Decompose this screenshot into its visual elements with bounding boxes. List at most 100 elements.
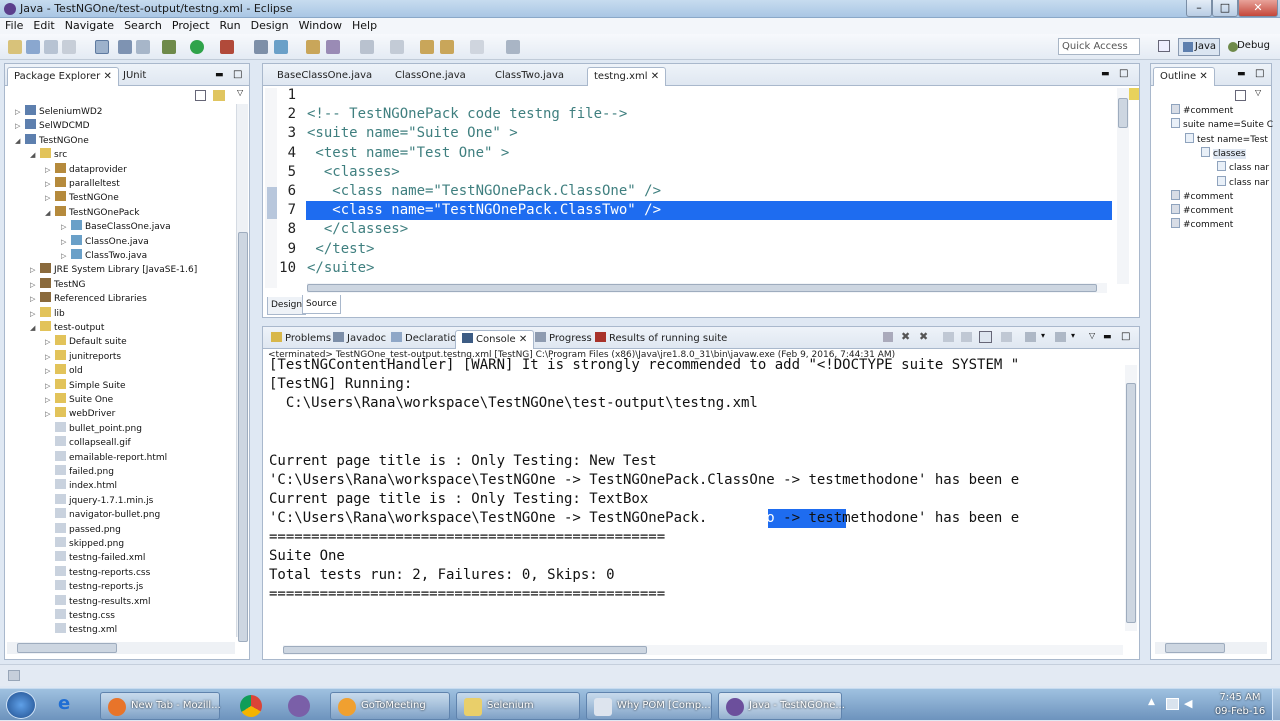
remove-all-icon[interactable]: ✖	[919, 330, 928, 343]
tree-item[interactable]: navigator-bullet.png	[45, 508, 160, 522]
menu-search[interactable]: Search	[119, 18, 167, 34]
outline-item[interactable]: #comment	[1171, 218, 1233, 232]
task-gotomeeting[interactable]: GoToMeeting	[330, 692, 450, 720]
run-external-icon[interactable]	[220, 40, 234, 54]
tree-item[interactable]: ▷ Default suite	[45, 335, 127, 349]
console-line[interactable]: Suite One	[269, 547, 1124, 566]
tree-item[interactable]: testng-reports.css	[45, 565, 150, 580]
tree-arrow-icon[interactable]: ▷	[45, 393, 55, 407]
menu-window[interactable]: Window	[294, 18, 347, 34]
eclipse-taskbar-icon[interactable]	[288, 695, 310, 717]
remove-launch-icon[interactable]: ✖	[901, 330, 910, 343]
save-all-icon[interactable]	[44, 40, 58, 54]
console-view-menu-icon[interactable]: ▽	[1089, 331, 1095, 340]
tree-item[interactable]: ▷ webDriver	[45, 407, 115, 421]
menu-navigate[interactable]: Navigate	[60, 18, 119, 34]
menu-help[interactable]: Help	[347, 18, 382, 34]
tree-arrow-icon[interactable]: ▷	[30, 278, 40, 292]
collapse-all-icon[interactable]	[195, 90, 206, 101]
console-vscroll-thumb[interactable]	[1126, 383, 1136, 623]
outline-menu-icon[interactable]: ▽	[1255, 88, 1261, 97]
task-why-pom[interactable]: Why POM [Comp...	[586, 692, 712, 720]
menu-design[interactable]: Design	[246, 18, 294, 34]
debug-icon[interactable]	[162, 40, 176, 54]
pencil-icon[interactable]	[326, 40, 340, 54]
editor-hscroll-thumb[interactable]	[307, 284, 1097, 292]
annotation-icon[interactable]	[360, 40, 374, 54]
console-minimize-icon[interactable]: ▬	[1103, 332, 1112, 342]
display-console-dropdown-icon[interactable]: ▾	[1041, 331, 1045, 340]
terminate-icon[interactable]	[883, 332, 893, 342]
console-vscrollbar[interactable]	[1125, 365, 1137, 631]
tree-arrow-icon[interactable]: ▷	[30, 263, 40, 277]
explorer-vscroll-thumb[interactable]	[238, 232, 248, 642]
tree-item[interactable]: ▷ SeleniumWD2	[15, 105, 103, 119]
outline-minimize-icon[interactable]: ▬	[1237, 69, 1246, 79]
tree-item[interactable]: testng.xml	[45, 623, 117, 637]
print-icon[interactable]	[62, 40, 76, 54]
console-line[interactable]: Current page title is : Only Testing: Te…	[269, 490, 1124, 509]
explorer-vscrollbar[interactable]	[236, 104, 248, 642]
clear-console-icon[interactable]	[943, 332, 954, 342]
tab-progress[interactable]: Progress	[529, 330, 598, 349]
console-line[interactable]: [TestNGContentHandler] [WARN] It is stro…	[269, 356, 1124, 375]
quick-access-input[interactable]: Quick Access	[1058, 38, 1140, 55]
console-hscrollbar[interactable]	[283, 645, 1123, 655]
next-annotation-icon[interactable]	[390, 40, 404, 54]
console-hscroll-thumb[interactable]	[283, 646, 647, 654]
search-icon[interactable]	[136, 40, 150, 54]
tree-arrow-icon[interactable]: ▷	[30, 307, 40, 321]
code-line[interactable]: </classes>	[307, 220, 408, 239]
tree-arrow-icon[interactable]: ▷	[15, 105, 25, 119]
tab-classtwo[interactable]: ClassTwo.java	[489, 67, 570, 86]
tree-item[interactable]: ▷ Referenced Libraries	[30, 292, 147, 306]
volume-icon[interactable]: ◀	[1184, 697, 1192, 710]
tree-arrow-icon[interactable]: ◢	[30, 321, 40, 335]
outline-item[interactable]: #comment	[1171, 189, 1233, 204]
start-button[interactable]	[6, 691, 36, 719]
tree-item[interactable]: ▷ ClassTwo.java	[61, 249, 147, 263]
console-line[interactable]: ========================================…	[269, 585, 1124, 604]
console-line[interactable]: 'C:\Users\Rana\workspace\TestNGOne -> Te…	[269, 471, 1124, 490]
tree-arrow-icon[interactable]: ▷	[45, 177, 55, 191]
outline-collapse-icon[interactable]	[1235, 90, 1246, 101]
scroll-lock-icon[interactable]	[961, 332, 972, 342]
pin-console-icon[interactable]	[979, 331, 992, 343]
open-console-icon[interactable]	[1055, 332, 1066, 342]
code-line[interactable]: <!-- TestNGOnePack code testng file-->	[307, 105, 627, 124]
code-line[interactable]: <test name="Test One" >	[307, 144, 509, 163]
task-eclipse-java[interactable]: Java - TestNGOne...	[718, 692, 845, 720]
tree-item[interactable]: passed.png	[45, 522, 121, 537]
tree-item[interactable]: ▷ junitreports	[45, 349, 121, 364]
editor-maximize-icon[interactable]: □	[1119, 68, 1128, 79]
tree-item[interactable]: ▷ lib	[30, 306, 65, 321]
tab-console[interactable]: Console ✕	[455, 330, 535, 349]
outline-hscrollbar[interactable]	[1155, 642, 1267, 654]
outline-item[interactable]: classes	[1201, 146, 1246, 161]
outline-hscroll-thumb[interactable]	[1165, 643, 1225, 653]
tab-testng-xml[interactable]: testng.xml ✕	[587, 67, 667, 86]
tree-arrow-icon[interactable]: ◢	[15, 134, 25, 148]
forward-icon[interactable]	[440, 40, 454, 54]
fast-view-icon[interactable]	[8, 670, 20, 681]
tree-item[interactable]: testng.css	[45, 609, 115, 623]
tree-arrow-icon[interactable]: ▷	[61, 249, 71, 263]
tree-arrow-icon[interactable]: ▷	[61, 235, 71, 249]
new-class-icon[interactable]	[274, 40, 288, 54]
task-selenium[interactable]: Selenium	[456, 692, 580, 720]
editor-hscrollbar[interactable]	[307, 283, 1107, 293]
show-hidden-icons[interactable]: ▲	[1148, 697, 1155, 707]
tree-item[interactable]: ▷ SelWDCMD	[15, 119, 90, 133]
tree-item[interactable]: ▷ ClassOne.java	[61, 234, 149, 249]
tree-arrow-icon[interactable]: ▷	[61, 220, 71, 234]
clock-time[interactable]: 7:45 AM	[1210, 692, 1270, 703]
tree-item[interactable]: ◢ test-output	[30, 321, 104, 335]
tree-arrow-icon[interactable]: ◢	[30, 148, 40, 162]
explorer-hscroll-thumb[interactable]	[17, 643, 117, 653]
console-line[interactable]	[269, 413, 1124, 432]
menu-file[interactable]: File	[0, 18, 28, 34]
console-line[interactable]: Total tests run: 2, Failures: 0, Skips: …	[269, 566, 1124, 585]
link-editor-icon[interactable]	[213, 90, 225, 101]
console-maximize-icon[interactable]: □	[1121, 331, 1130, 342]
tree-item[interactable]: testng-results.xml	[45, 594, 151, 609]
